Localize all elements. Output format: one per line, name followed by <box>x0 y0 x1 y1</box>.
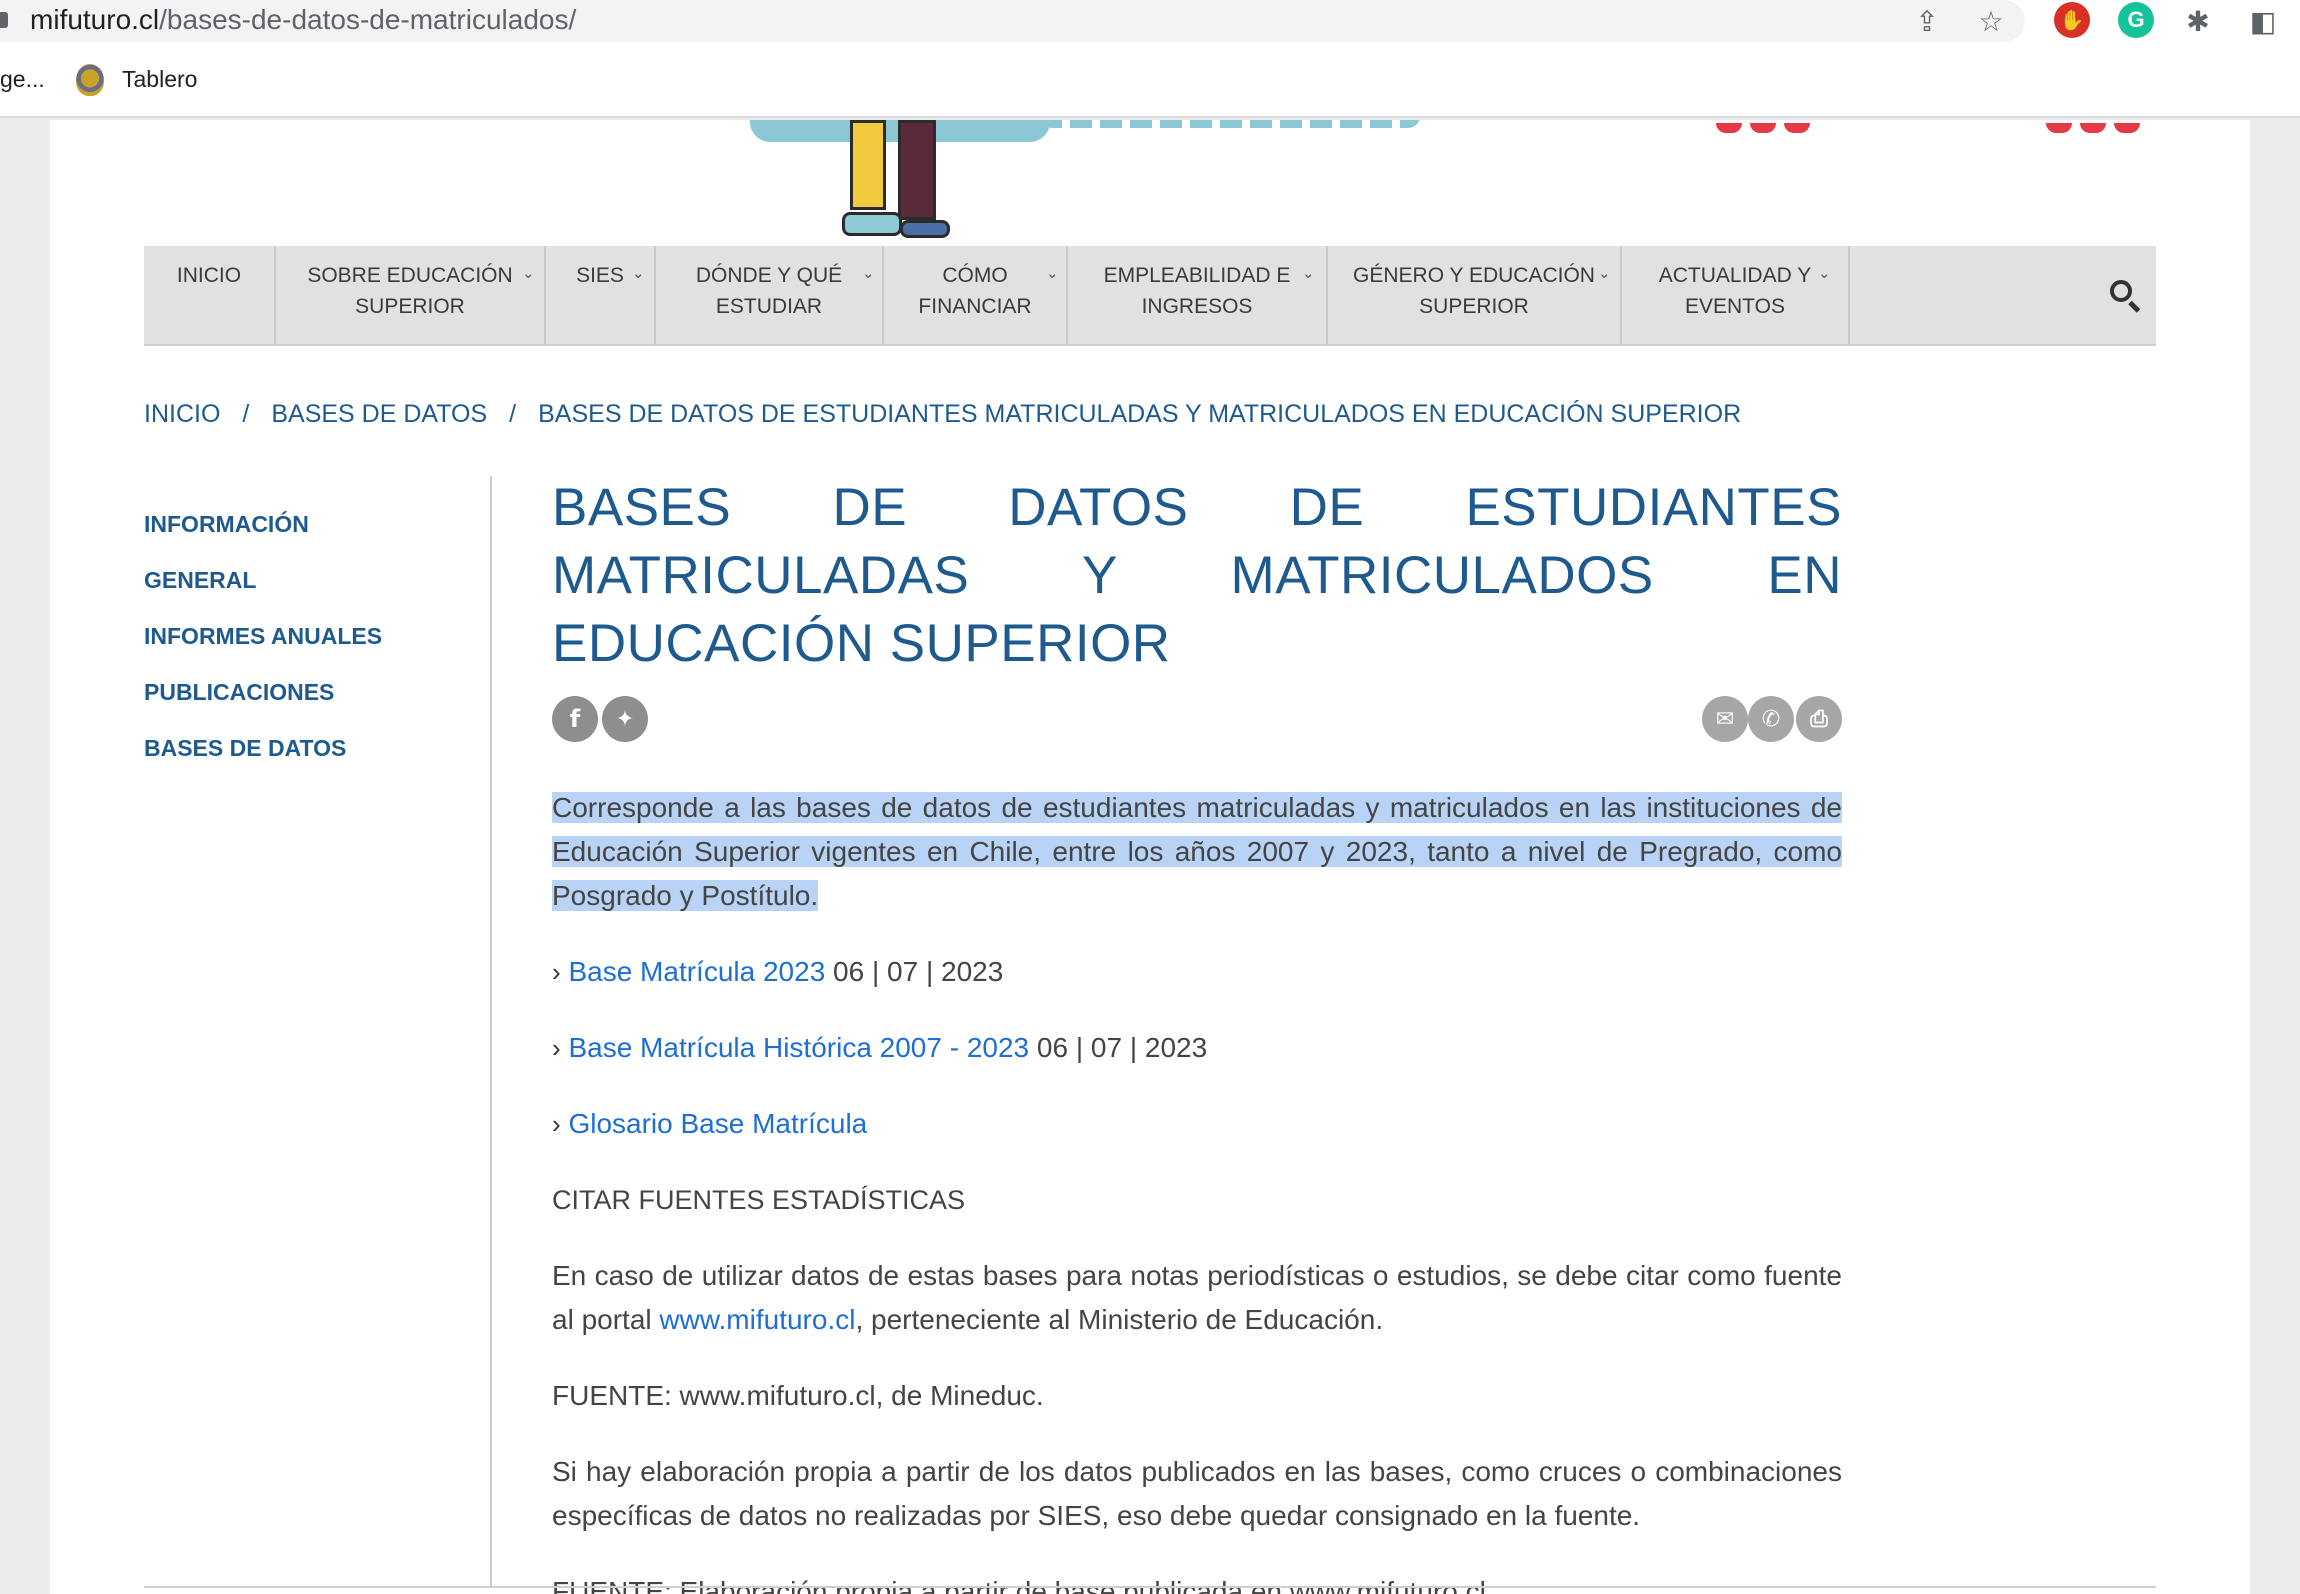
puzzle-icon[interactable]: ✱ <box>2181 4 2215 38</box>
bookmarks-bar: ge... Tablero <box>0 42 2300 118</box>
breadcrumb-current[interactable]: BASES DE DATOS DE ESTUDIANTES MATRICULAD… <box>538 400 1741 428</box>
site-logo[interactable] <box>1040 120 1420 132</box>
url-domain: mifuturo.cl <box>30 4 160 35</box>
breadcrumb-separator: / <box>242 400 250 428</box>
nav-sies[interactable]: SIES ⌄ <box>546 246 656 346</box>
header-illustration <box>750 120 1050 240</box>
cite-sources-heading: CITAR FUENTES ESTADÍSTICAS <box>552 1185 966 1215</box>
nav-label: ACTUALIDAD Y <box>1658 264 1812 287</box>
star-icon[interactable]: ☆ <box>1974 4 2008 38</box>
print-icon[interactable]: ⎙ <box>1796 696 1842 742</box>
bookmark-truncated[interactable]: ge... <box>0 66 45 93</box>
link-date: 06 | 07 | 2023 <box>1036 1032 1208 1063</box>
breadcrumb-separator: / <box>509 400 517 428</box>
nav-como-financiar[interactable]: CÓMO FINANCIAR ⌄ <box>884 246 1068 346</box>
nav-label: INICIO <box>176 264 242 287</box>
link-arrow: › <box>552 957 561 987</box>
nav-genero-y-educacion-superior[interactable]: GÉNERO Y EDUCACIÓN SUPERIOR ⌄ <box>1328 246 1622 346</box>
browser-address-bar: mifuturo.cl/bases-de-datos-de-matriculad… <box>0 0 2300 42</box>
nav-empleabilidad-e-ingresos[interactable]: EMPLEABILIDAD E INGRESOS ⌄ <box>1068 246 1328 346</box>
selected-text: Corresponde a las bases de datos de estu… <box>552 792 1842 911</box>
chevron-down-icon: ⌄ <box>522 264 535 282</box>
breadcrumb: INICIO / BASES DE DATOS / BASES DE DATOS DE … <box>144 400 1741 429</box>
own-elaboration-paragraph: Si hay elaboración propia a partir de lo… <box>552 1456 1842 1531</box>
search-icon[interactable] <box>2106 276 2146 316</box>
nav-label-2: SUPERIOR <box>355 295 465 318</box>
page-content: INICIO SOBRE EDUCACIÓN SUPERIOR ⌄ SIES ⌄ … <box>50 120 2250 1594</box>
link-glosario-base-matricula[interactable]: Glosario Base Matrícula <box>568 1108 867 1139</box>
link-base-matricula-2023[interactable]: Base Matrícula 2023 <box>568 956 825 987</box>
cite-text-end: , perteneciente al Ministerio de Educaci… <box>855 1304 1384 1335</box>
sidebar-item-general[interactable]: GENERAL <box>144 552 484 608</box>
nav-inicio[interactable]: INICIO <box>144 246 276 346</box>
mifuturo-link[interactable]: www.mifuturo.cl <box>659 1304 855 1335</box>
sidebar-item-bases-de-datos[interactable]: BASES DE DATOS <box>144 720 484 776</box>
chevron-down-icon: ⌄ <box>1046 264 1059 282</box>
link-base-matricula-historica[interactable]: Base Matrícula Histórica 2007 - 2023 <box>568 1032 1029 1063</box>
source-line-1: FUENTE: www.mifuturo.cl, de Mineduc. <box>552 1380 1044 1411</box>
sidebar-item-publicaciones[interactable]: PUBLICACIONES <box>144 664 484 720</box>
header-decoration <box>2046 120 2148 133</box>
link-arrow: › <box>552 1033 561 1063</box>
nav-label: SIES <box>576 264 624 287</box>
lock-icon[interactable] <box>0 12 8 28</box>
facebook-icon[interactable]: f <box>552 696 598 742</box>
nav-label-2: INGRESOS <box>1141 295 1253 318</box>
sidebar-item-informes-anuales[interactable]: INFORMES ANUALES <box>144 608 484 664</box>
page-title: BASES DE DATOS DE ESTUDIANTES MATRICULAD… <box>552 478 1842 673</box>
chevron-down-icon: ⌄ <box>862 264 875 282</box>
nav-actualidad-y-eventos[interactable]: ACTUALIDAD Y EVENTOS ⌄ <box>1622 246 1850 346</box>
sidebar-item-informacion[interactable]: INFORMACIÓN <box>144 496 484 552</box>
bookmark-crest-icon[interactable] <box>76 64 104 96</box>
nav-sobre-educacion-superior[interactable]: SOBRE EDUCACIÓN SUPERIOR ⌄ <box>276 246 546 346</box>
link-arrow: › <box>552 1109 561 1139</box>
share-bar: f ✦ ✉ ✆ ⎙ <box>552 696 1842 756</box>
nav-label: CÓMO <box>942 264 1008 287</box>
intro-paragraph: Corresponde a las bases de datos de estu… <box>552 786 1842 918</box>
download-link-row: › Glosario Base Matrícula <box>552 1102 1842 1146</box>
chevron-down-icon: ⌄ <box>1818 264 1831 282</box>
main-navigation: INICIO SOBRE EDUCACIÓN SUPERIOR ⌄ SIES ⌄ … <box>144 246 2156 346</box>
grammarly-icon[interactable]: G <box>2118 2 2154 38</box>
url-field[interactable]: mifuturo.cl/bases-de-datos-de-matriculad… <box>0 0 2025 42</box>
twitter-icon[interactable]: ✦ <box>602 696 648 742</box>
nav-label-2: EVENTOS <box>1685 295 1785 318</box>
chevron-down-icon: ⌄ <box>1598 264 1611 282</box>
email-icon[interactable]: ✉ <box>1702 696 1748 742</box>
main-article: BASES DE DATOS DE ESTUDIANTES MATRICULAD… <box>552 474 1842 1594</box>
nav-label: SOBRE EDUCACIÓN <box>307 264 513 287</box>
nav-label-2: SUPERIOR <box>1419 295 1529 318</box>
bookmark-tablero[interactable]: Tablero <box>122 66 197 93</box>
nav-label: GÉNERO Y EDUCACIÓN <box>1353 264 1595 287</box>
sidebar-divider <box>490 476 492 1586</box>
link-date: 06 | 07 | 2023 <box>825 956 1004 987</box>
nav-label: EMPLEABILIDAD E <box>1103 264 1291 287</box>
nav-label-2: ESTUDIAR <box>715 295 823 318</box>
download-link-row: › Base Matrícula 2023 06 | 07 | 2023 <box>552 950 1842 994</box>
share-icon[interactable]: ⇪ <box>1910 4 1944 38</box>
nav-donde-y-que-estudiar[interactable]: DÓNDE Y QUÉ ESTUDIAR ⌄ <box>656 246 884 346</box>
chevron-down-icon: ⌄ <box>632 264 645 282</box>
url-text[interactable]: mifuturo.cl/bases-de-datos-de-matriculad… <box>30 4 576 36</box>
source-line-2: FUENTE: Elaboración propia a partir de b… <box>552 1576 1486 1594</box>
whatsapp-icon[interactable]: ✆ <box>1748 696 1794 742</box>
sidepanel-icon[interactable]: ◧ <box>2246 4 2280 38</box>
nav-label: DÓNDE Y QUÉ <box>695 264 843 287</box>
cite-paragraph: En caso de utilizar datos de estas bases… <box>552 1254 1842 1342</box>
breadcrumb-home[interactable]: INICIO <box>144 400 220 428</box>
footer-divider <box>144 1586 2156 1588</box>
sidebar-menu: INFORMACIÓN GENERAL INFORMES ANUALES PUB… <box>144 496 484 776</box>
download-link-row: › Base Matrícula Histórica 2007 - 2023 0… <box>552 1026 1842 1070</box>
adblock-icon[interactable]: ✋ <box>2054 2 2090 38</box>
breadcrumb-section[interactable]: BASES DE DATOS <box>271 400 487 428</box>
header-decoration <box>1716 120 1818 133</box>
url-path: /bases-de-datos-de-matriculados/ <box>159 4 577 35</box>
nav-label-2: FINANCIAR <box>918 295 1032 318</box>
chevron-down-icon: ⌄ <box>1302 264 1315 282</box>
